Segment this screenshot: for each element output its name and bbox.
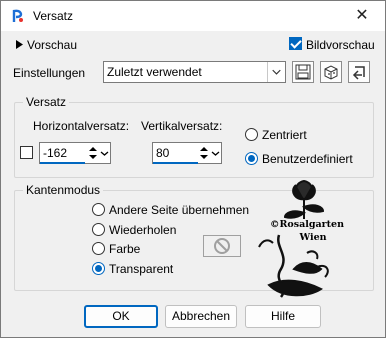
- close-button[interactable]: ✕: [339, 1, 385, 31]
- radio-transparent-label[interactable]: Transparent: [109, 262, 173, 276]
- link-offset-checkbox[interactable]: [20, 146, 33, 159]
- expand-triangle-icon[interactable]: [16, 40, 23, 49]
- radio-farbe[interactable]: [92, 242, 105, 255]
- rosalgarten-watermark-logo: ©Rosalgarten Wien: [258, 179, 344, 298]
- save-icon: [295, 64, 311, 80]
- window-title: Versatz: [33, 9, 74, 23]
- radio-wiederholen-label[interactable]: Wiederholen: [109, 223, 176, 237]
- no-color-icon: [214, 238, 230, 254]
- settings-value: Zuletzt verwendet: [107, 65, 202, 79]
- edge-mode-group-title: Kantenmodus: [23, 183, 104, 197]
- ok-button[interactable]: OK: [84, 305, 158, 328]
- reset-settings-button[interactable]: [348, 61, 370, 83]
- chevron-down-icon[interactable]: [211, 144, 220, 162]
- random-settings-button[interactable]: [320, 61, 342, 83]
- radio-zentriert-label[interactable]: Zentriert: [262, 128, 307, 142]
- cancel-button[interactable]: Abbrechen: [165, 305, 237, 328]
- horizontal-offset-value: -162: [43, 146, 68, 160]
- spin-updown-icon[interactable]: [87, 144, 99, 162]
- vertical-offset-spinner[interactable]: 80: [152, 142, 222, 164]
- radio-transparent[interactable]: [92, 262, 105, 275]
- close-icon: ✕: [355, 7, 369, 24]
- horizontal-offset-spinner[interactable]: -162: [39, 142, 111, 164]
- settings-select[interactable]: Zuletzt verwendet: [103, 61, 286, 83]
- radio-benutzerdefiniert[interactable]: [245, 152, 258, 165]
- radio-farbe-label[interactable]: Farbe: [109, 242, 140, 256]
- watermark-line1: ©Rosalgarten: [270, 219, 344, 230]
- watermark-line2: Wien: [298, 232, 326, 243]
- offset-groupbox: [14, 102, 374, 178]
- cube-icon: [324, 65, 338, 80]
- save-settings-button[interactable]: [292, 61, 314, 83]
- radio-wiederholen[interactable]: [92, 223, 105, 236]
- radio-zentriert[interactable]: [245, 128, 258, 141]
- bildvorschau-checkbox[interactable]: [289, 37, 302, 50]
- chevron-down-icon: [267, 62, 281, 82]
- title-bar[interactable]: Versatz ✕: [1, 1, 385, 31]
- bildvorschau-label: Bildvorschau: [306, 38, 375, 52]
- settings-label: Einstellungen: [13, 66, 86, 80]
- radio-andere-seite[interactable]: [92, 203, 105, 216]
- vertical-offset-label: Vertikalversatz:: [141, 119, 223, 133]
- spin-updown-icon[interactable]: [198, 144, 210, 162]
- radio-benutzerdefiniert-label[interactable]: Benutzerdefiniert: [262, 152, 353, 166]
- horizontal-offset-label: Horizontalversatz:: [33, 119, 130, 133]
- horizontal-offset-underline: [40, 162, 85, 164]
- dialog-window: Versatz ✕ Vorschau Bildvorschau Einstell…: [0, 0, 386, 338]
- chevron-down-icon[interactable]: [100, 144, 109, 162]
- reset-icon: [352, 66, 365, 80]
- vertical-offset-value: 80: [156, 146, 170, 160]
- help-button[interactable]: Hilfe: [245, 305, 321, 328]
- radio-andere-seite-label[interactable]: Andere Seite übernehmen: [109, 203, 249, 217]
- preview-toggle-label[interactable]: Vorschau: [27, 38, 77, 52]
- vertical-offset-underline: [153, 162, 198, 164]
- app-logo-icon: [12, 9, 23, 22]
- offset-group-title: Versatz: [23, 95, 70, 109]
- color-swatch-button[interactable]: [203, 235, 241, 257]
